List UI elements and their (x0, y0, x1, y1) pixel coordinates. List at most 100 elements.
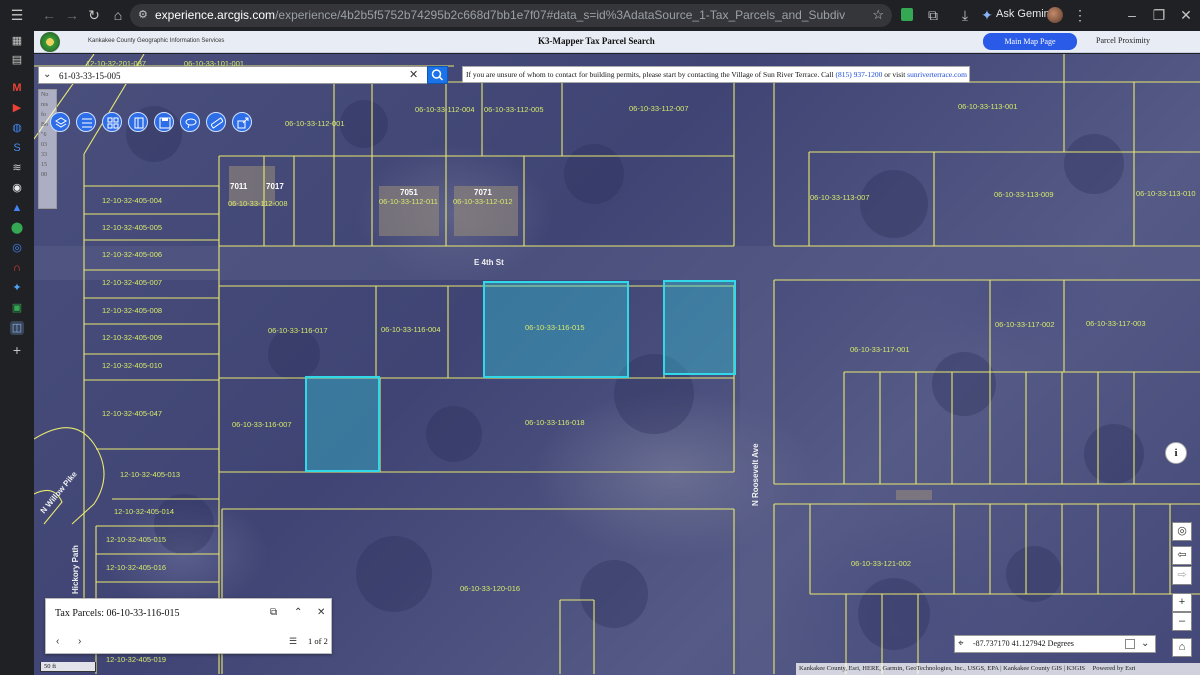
county-logo-icon (40, 32, 60, 52)
parcel-label: 12-10-32-405-009 (102, 333, 162, 342)
ask-gemini-button[interactable]: Ask Gemini (996, 8, 1052, 20)
forward-icon[interactable]: → (64, 7, 80, 23)
previous-feature-icon[interactable]: ‹ (56, 636, 59, 647)
legend-tool-button[interactable] (76, 112, 96, 132)
app-red-icon[interactable]: ∩ (10, 261, 24, 275)
stack-icon[interactable]: ≋ (10, 161, 24, 175)
selected-parcel-east (663, 280, 736, 375)
sidebar-toggle-icon[interactable]: ☰ (9, 7, 25, 23)
skype-icon[interactable]: S (10, 141, 24, 155)
dock-icon[interactable]: ⧉ (270, 607, 277, 618)
apps-grid-icon[interactable]: ▦ (10, 34, 24, 48)
collapse-icon[interactable]: ⌃ (294, 607, 302, 618)
share-tool-button[interactable] (232, 112, 252, 132)
attribution-text: Kankakee County, Esri, HERE, Garmin, Geo… (799, 665, 1086, 672)
url-path: /experience/4b2b5f5752b74295b2c668d7bb1e… (275, 8, 845, 22)
drive-icon[interactable]: ▲ (10, 201, 24, 215)
share-icon (237, 117, 249, 129)
grid-icon (107, 117, 119, 129)
site-info-icon[interactable]: ⚙ (138, 8, 148, 21)
parcel-label: 06-10-33-112-007 (629, 104, 689, 113)
attribution-bar: Kankakee County, Esri, HERE, Garmin, Geo… (796, 663, 1200, 675)
parcel-label: 06-10-33-117-002 (995, 320, 1055, 329)
address-bar[interactable]: ⚙ experience.arcgis.com/experience/4b2b5… (130, 4, 892, 27)
parcel-label: 06-10-33-112-012 (453, 197, 513, 206)
sheets-icon[interactable]: ▣ (10, 301, 24, 315)
website-link[interactable]: sunriverterrace.com (907, 70, 967, 79)
next-feature-icon[interactable]: › (78, 636, 81, 647)
org-name: Kankakee County Geographic Information S… (88, 38, 225, 44)
previous-extent-button[interactable]: ⇦ (1172, 546, 1192, 565)
notice-line: res (41, 102, 48, 108)
measure-tool-button[interactable] (206, 112, 226, 132)
main-map-page-button[interactable]: Main Map Page (983, 33, 1077, 50)
info-button[interactable]: i (1165, 442, 1187, 464)
parcel-label: 06-10-33-116-004 (381, 325, 441, 334)
search-icon (431, 69, 444, 81)
street-label-roosevelt: N Roosevelt Ave (751, 443, 760, 506)
download-icon[interactable]: ⤓ (957, 7, 973, 23)
copy-icon[interactable] (1125, 639, 1135, 649)
gmail-icon[interactable]: M (10, 81, 24, 95)
menu-kebab-icon[interactable]: ⋮ (1072, 7, 1088, 23)
street-band (34, 246, 1200, 280)
maximize-icon[interactable]: ❐ (1151, 7, 1167, 23)
extensions-puzzle-icon[interactable]: ⧉ (925, 7, 941, 23)
reading-list-icon[interactable]: ▤ (10, 53, 24, 67)
gemini-icon[interactable]: ✦ (979, 7, 995, 23)
search-input[interactable] (59, 69, 419, 82)
parcel-proximity-link[interactable]: Parcel Proximity (1096, 36, 1150, 45)
zoom-out-button[interactable]: – (1172, 612, 1192, 631)
chrome-icon[interactable]: ◎ (10, 241, 24, 255)
youtube-icon[interactable]: ▶ (10, 101, 24, 115)
parcel-label: 06-10-33-113-001 (958, 102, 1018, 111)
house-number: 7051 (400, 188, 418, 197)
house-number: 7071 (474, 188, 492, 197)
feature-list-icon[interactable]: ☰ (289, 636, 297, 647)
chevron-down-icon[interactable]: ⌄ (43, 69, 51, 80)
bookmark-tool-button[interactable] (128, 112, 148, 132)
back-icon[interactable]: ← (41, 7, 57, 23)
powered-by-esri[interactable]: Powered by Esri (1093, 665, 1136, 672)
popup-title: Tax Parcels: 06-10-33-116-015 (55, 608, 180, 619)
close-window-icon[interactable]: ✕ (1178, 7, 1194, 23)
extension-icon[interactable] (901, 8, 913, 21)
locate-icon: ◎ (1177, 525, 1187, 537)
close-icon[interactable]: ✕ (317, 607, 325, 618)
app-blue-icon[interactable]: ◍ (10, 121, 24, 135)
basemap-tool-button[interactable] (102, 112, 122, 132)
globe-icon[interactable]: ◉ (10, 181, 24, 195)
parcel-label: 06-10-33-112-004 (415, 105, 475, 114)
bookmark-star-icon[interactable]: ☆ (872, 7, 884, 23)
map-view[interactable]: E 4th St N Roosevelt Ave N Willow Pike H… (34, 54, 1200, 675)
reload-icon[interactable]: ↻ (86, 7, 102, 23)
sparkle-icon[interactable]: ✦ (10, 281, 24, 295)
parcel-label: 06-10-33-116-018 (525, 418, 585, 427)
minus-icon: – (1178, 615, 1186, 627)
add-icon[interactable]: + (10, 343, 24, 357)
search-button[interactable] (427, 66, 448, 84)
select-tool-button[interactable] (180, 112, 200, 132)
next-extent-button[interactable]: ⇨ (1172, 566, 1192, 585)
chevron-down-icon[interactable]: ⌄ (1141, 638, 1149, 649)
url-text[interactable]: experience.arcgis.com/experience/4b2b5f5… (155, 8, 845, 22)
phone-link[interactable]: (815) 937-1200 (835, 70, 882, 79)
parcel-label: 06-10-33-116-015 (525, 323, 585, 332)
clear-search-icon[interactable]: ✕ (409, 68, 418, 81)
print-tool-button[interactable] (154, 112, 174, 132)
zoom-in-button[interactable]: + (1172, 593, 1192, 612)
arcgis-tab-icon[interactable]: ◫ (10, 321, 24, 335)
layers-tool-button[interactable] (50, 112, 70, 132)
minimize-icon[interactable]: – (1124, 7, 1140, 23)
parcel-label: 12-10-32-405-006 (102, 250, 162, 259)
maps-icon[interactable]: ⬤ (10, 221, 24, 235)
arrow-right-icon: ⇨ (1177, 569, 1187, 581)
home-extent-button[interactable]: ⌂ (1172, 638, 1192, 657)
crosshair-icon[interactable]: ⌖ (958, 638, 964, 649)
locate-button[interactable]: ◎ (1172, 522, 1192, 541)
popup-page-count: 1 of 2 (308, 636, 328, 646)
profile-avatar[interactable] (1047, 7, 1063, 23)
parcel-label: 12-10-32-405-047 (102, 409, 162, 418)
notice-panel: No res fo Bo "6 03 33 15 00 (38, 89, 57, 209)
home-icon[interactable]: ⌂ (110, 7, 126, 23)
